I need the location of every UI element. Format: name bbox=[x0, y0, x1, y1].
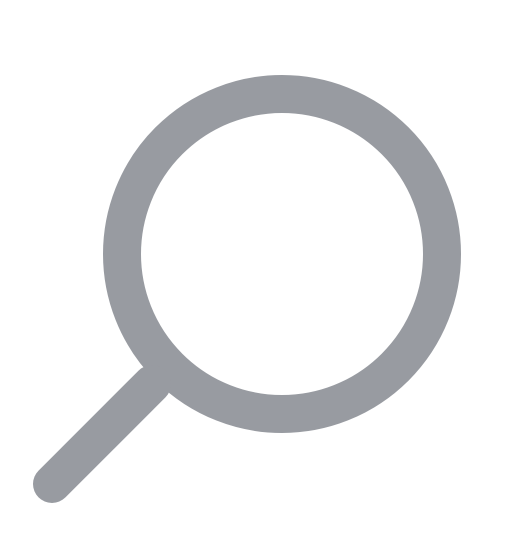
icon-canvas bbox=[0, 0, 512, 538]
search-icon-lens bbox=[103, 75, 461, 433]
search-icon bbox=[33, 75, 461, 503]
search-icon-handle bbox=[33, 365, 171, 503]
